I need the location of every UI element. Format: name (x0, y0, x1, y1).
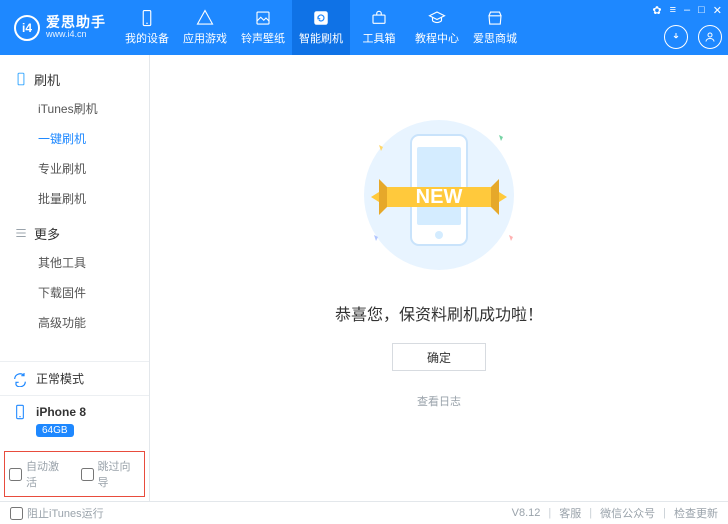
sidebar-mode-label: 正常模式 (36, 370, 84, 387)
phone-icon (14, 72, 28, 86)
app-header: i4 爱思助手 www.i4.cn 我的设备 应用游戏 铃声壁纸 智能刷机 工具… (0, 0, 728, 55)
success-illustration: NEW (339, 105, 539, 275)
check-block-itunes[interactable]: 阻止iTunes运行 (10, 505, 104, 521)
check-label: 自动激活 (26, 458, 69, 490)
window-controls: ✿ ≡ – □ ✕ (652, 0, 728, 55)
separator: | (663, 507, 666, 519)
tab-apps[interactable]: 应用游戏 (176, 0, 234, 55)
tab-label: 爱思商城 (473, 30, 517, 46)
ok-button[interactable]: 确定 (392, 343, 486, 371)
tab-my-device[interactable]: 我的设备 (118, 0, 176, 55)
check-auto-activate[interactable]: 自动激活 (9, 458, 69, 490)
app-name: 爱思助手 (46, 15, 106, 30)
footer: 阻止iTunes运行 V8.12 | 客服 | 微信公众号 | 检查更新 (0, 501, 728, 524)
sidebar-group-flash[interactable]: 刷机 (14, 65, 149, 93)
sync-icon (12, 371, 28, 387)
sidebar-item-label: 高级功能 (38, 314, 86, 331)
tab-label: 智能刷机 (299, 30, 343, 46)
apps-icon (196, 9, 214, 27)
footer-link-wechat[interactable]: 微信公众号 (600, 505, 655, 521)
tab-label: 铃声壁纸 (241, 30, 285, 46)
tab-flash[interactable]: 智能刷机 (292, 0, 350, 55)
check-block-itunes-box[interactable] (10, 507, 23, 520)
user-icon (704, 31, 716, 43)
sidebar-item-label: 一键刷机 (38, 130, 86, 147)
header-tabs: 我的设备 应用游戏 铃声壁纸 智能刷机 工具箱 教程中心 爱思商城 (118, 0, 652, 55)
check-label: 跳过向导 (98, 458, 141, 490)
tab-tutorial[interactable]: 教程中心 (408, 0, 466, 55)
list-icon (14, 226, 28, 240)
sidebar-group-more[interactable]: 更多 (14, 219, 149, 247)
device-storage-badge: 64GB (36, 424, 74, 437)
sidebar-group-label: 更多 (34, 224, 60, 243)
sidebar-item-label: 批量刷机 (38, 190, 86, 207)
main-panel: NEW 恭喜您，保资料刷机成功啦！ 确定 查看日志 (150, 55, 728, 501)
sidebar-item-pro[interactable]: 专业刷机 (38, 153, 149, 183)
sidebar-group-label: 刷机 (34, 70, 60, 89)
footer-link-support[interactable]: 客服 (559, 505, 581, 521)
minimize-icon[interactable]: – (684, 4, 690, 17)
sidebar-item-label: iTunes刷机 (38, 100, 98, 117)
tab-label: 应用游戏 (183, 30, 227, 46)
sidebar-item-advanced[interactable]: 高级功能 (38, 307, 149, 337)
sidebar-item-label: 其他工具 (38, 254, 86, 271)
view-log-link[interactable]: 查看日志 (417, 393, 461, 409)
tab-store[interactable]: 爱思商城 (466, 0, 524, 55)
tab-tools[interactable]: 工具箱 (350, 0, 408, 55)
download-button[interactable] (664, 25, 688, 49)
menu-icon[interactable]: ≡ (670, 4, 676, 17)
separator: | (548, 507, 551, 519)
store-icon (486, 9, 504, 27)
sidebar-mode[interactable]: 正常模式 (0, 362, 149, 396)
sidebar-item-batch[interactable]: 批量刷机 (38, 183, 149, 213)
refresh-icon (312, 9, 330, 27)
device-name: iPhone 8 (36, 405, 86, 419)
sidebar-device[interactable]: iPhone 8 64GB (0, 396, 149, 445)
sidebar: 刷机 iTunes刷机 一键刷机 专业刷机 批量刷机 更多 其他工具 下载固件 … (0, 55, 150, 501)
tab-ringtone[interactable]: 铃声壁纸 (234, 0, 292, 55)
user-button[interactable] (698, 25, 722, 49)
sidebar-item-download-fw[interactable]: 下载固件 (38, 277, 149, 307)
tab-label: 我的设备 (125, 30, 169, 46)
phone-icon (138, 9, 156, 27)
version-label: V8.12 (512, 507, 541, 519)
logo-icon: i4 (14, 15, 40, 41)
sidebar-check-group: 自动激活 跳过向导 (4, 451, 145, 497)
tab-label: 教程中心 (415, 30, 459, 46)
check-skip-guide-box[interactable] (81, 468, 94, 481)
sidebar-item-label: 下载固件 (38, 284, 86, 301)
check-skip-guide[interactable]: 跳过向导 (81, 458, 141, 490)
check-label: 阻止iTunes运行 (27, 505, 104, 521)
separator: | (589, 507, 592, 519)
graduation-icon (428, 9, 446, 27)
new-badge-text: NEW (416, 186, 463, 208)
close-icon[interactable]: ✕ (713, 4, 722, 17)
app-url: www.i4.cn (46, 30, 106, 40)
logo: i4 爱思助手 www.i4.cn (0, 0, 118, 55)
phone-icon (12, 404, 28, 420)
sidebar-item-itunes[interactable]: iTunes刷机 (38, 93, 149, 123)
sidebar-item-onekey[interactable]: 一键刷机 (38, 123, 149, 153)
footer-link-update[interactable]: 检查更新 (674, 505, 718, 521)
tab-label: 工具箱 (363, 30, 396, 46)
download-icon (670, 31, 682, 43)
sidebar-item-label: 专业刷机 (38, 160, 86, 177)
image-icon (254, 9, 272, 27)
maximize-icon[interactable]: □ (698, 4, 705, 17)
skin-icon[interactable]: ✿ (652, 4, 661, 17)
sidebar-item-other-tools[interactable]: 其他工具 (38, 247, 149, 277)
toolbox-icon (370, 9, 388, 27)
success-message: 恭喜您，保资料刷机成功啦！ (335, 301, 543, 325)
logo-icon-text: i4 (22, 21, 32, 35)
check-auto-activate-box[interactable] (9, 468, 22, 481)
